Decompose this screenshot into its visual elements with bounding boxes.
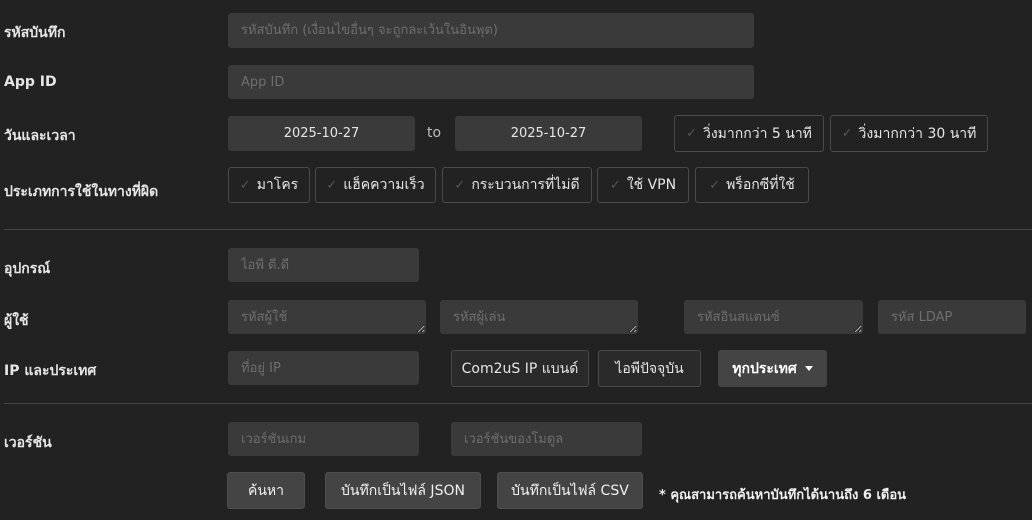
check-icon: ✓ xyxy=(709,177,721,193)
misuse-speed-hack-label: แฮ็คความเร็ว xyxy=(343,177,425,193)
device-input[interactable] xyxy=(228,248,419,282)
ip-country-label: IP และประเทศ xyxy=(4,363,97,379)
date-time-label: วันและเวลา xyxy=(4,128,76,144)
com2us-ip-band-button[interactable]: Com2uS IP แบนด์ xyxy=(451,350,589,387)
device-label: อุปกรณ์ xyxy=(4,261,51,277)
misuse-type-label: ประเภทการใช้ในทางที่ผิด xyxy=(4,184,159,200)
country-dropdown[interactable]: ทุกประเทศ xyxy=(718,350,827,387)
check-icon: ✓ xyxy=(239,177,251,193)
check-icon: ✓ xyxy=(609,177,621,193)
misuse-vpn-label: ใช้ VPN xyxy=(626,177,677,193)
record-id-input[interactable] xyxy=(228,13,754,48)
save-csv-button[interactable]: บันทึกเป็นไฟล์ CSV xyxy=(497,472,643,509)
user-id-input[interactable] xyxy=(228,300,426,334)
caret-down-icon xyxy=(804,366,813,371)
misuse-proxy-label: พร็อกซีที่ใช้ xyxy=(726,177,795,193)
ip-address-input[interactable] xyxy=(228,351,419,385)
check-icon: ✓ xyxy=(841,126,853,141)
filter-run-over-5-min[interactable]: ✓ วิ่งมากกว่า 5 นาที xyxy=(674,115,824,152)
section-divider xyxy=(4,403,1032,404)
app-id-input[interactable] xyxy=(228,65,754,99)
app-id-label: App ID xyxy=(4,74,57,90)
instance-id-input[interactable] xyxy=(684,300,863,334)
version-label: เวอร์ชัน xyxy=(4,435,52,451)
misuse-speed-hack-toggle[interactable]: ✓ แฮ็คความเร็ว xyxy=(315,167,436,203)
filter-run-over-30-min[interactable]: ✓ วิ่งมากกว่า 30 นาที xyxy=(830,115,988,152)
player-id-input[interactable] xyxy=(440,300,638,334)
check-icon: ✓ xyxy=(454,177,466,193)
misuse-macro-label: มาโคร xyxy=(256,177,299,193)
date-to-input[interactable] xyxy=(455,116,642,151)
misuse-vpn-toggle[interactable]: ✓ ใช้ VPN xyxy=(597,167,689,203)
game-version-input[interactable] xyxy=(228,422,419,456)
misuse-proxy-toggle[interactable]: ✓ พร็อกซีที่ใช้ xyxy=(695,167,809,203)
date-from-input[interactable] xyxy=(228,116,415,151)
filter-run-over-5-min-label: วิ่งมากกว่า 5 นาที xyxy=(702,125,812,142)
misuse-macro-toggle[interactable]: ✓ มาโคร xyxy=(228,167,310,203)
date-range-separator: to xyxy=(427,125,442,141)
record-id-label: รหัสบันทึก xyxy=(4,25,66,41)
current-ip-button[interactable]: ไอพีปัจจุบัน xyxy=(598,350,701,387)
filter-run-over-30-min-label: วิ่งมากกว่า 30 นาที xyxy=(858,125,977,142)
country-dropdown-label: ทุกประเทศ xyxy=(732,360,797,377)
search-button[interactable]: ค้นหา xyxy=(227,472,305,509)
ldap-id-input[interactable] xyxy=(878,300,1026,334)
section-divider xyxy=(4,229,1032,230)
module-version-input[interactable] xyxy=(451,422,642,456)
user-label: ผู้ใช้ xyxy=(4,313,29,329)
search-range-note: * คุณสามารถค้นหาบันทึกได้นานถึง 6 เดือน xyxy=(659,488,907,503)
misuse-bad-process-label: กระบวนการที่ไม่ดี xyxy=(471,177,580,193)
check-icon: ✓ xyxy=(326,177,338,193)
misuse-bad-process-toggle[interactable]: ✓ กระบวนการที่ไม่ดี xyxy=(442,167,592,203)
check-icon: ✓ xyxy=(686,126,697,141)
save-json-button[interactable]: บันทึกเป็นไฟล์ JSON xyxy=(325,472,481,509)
